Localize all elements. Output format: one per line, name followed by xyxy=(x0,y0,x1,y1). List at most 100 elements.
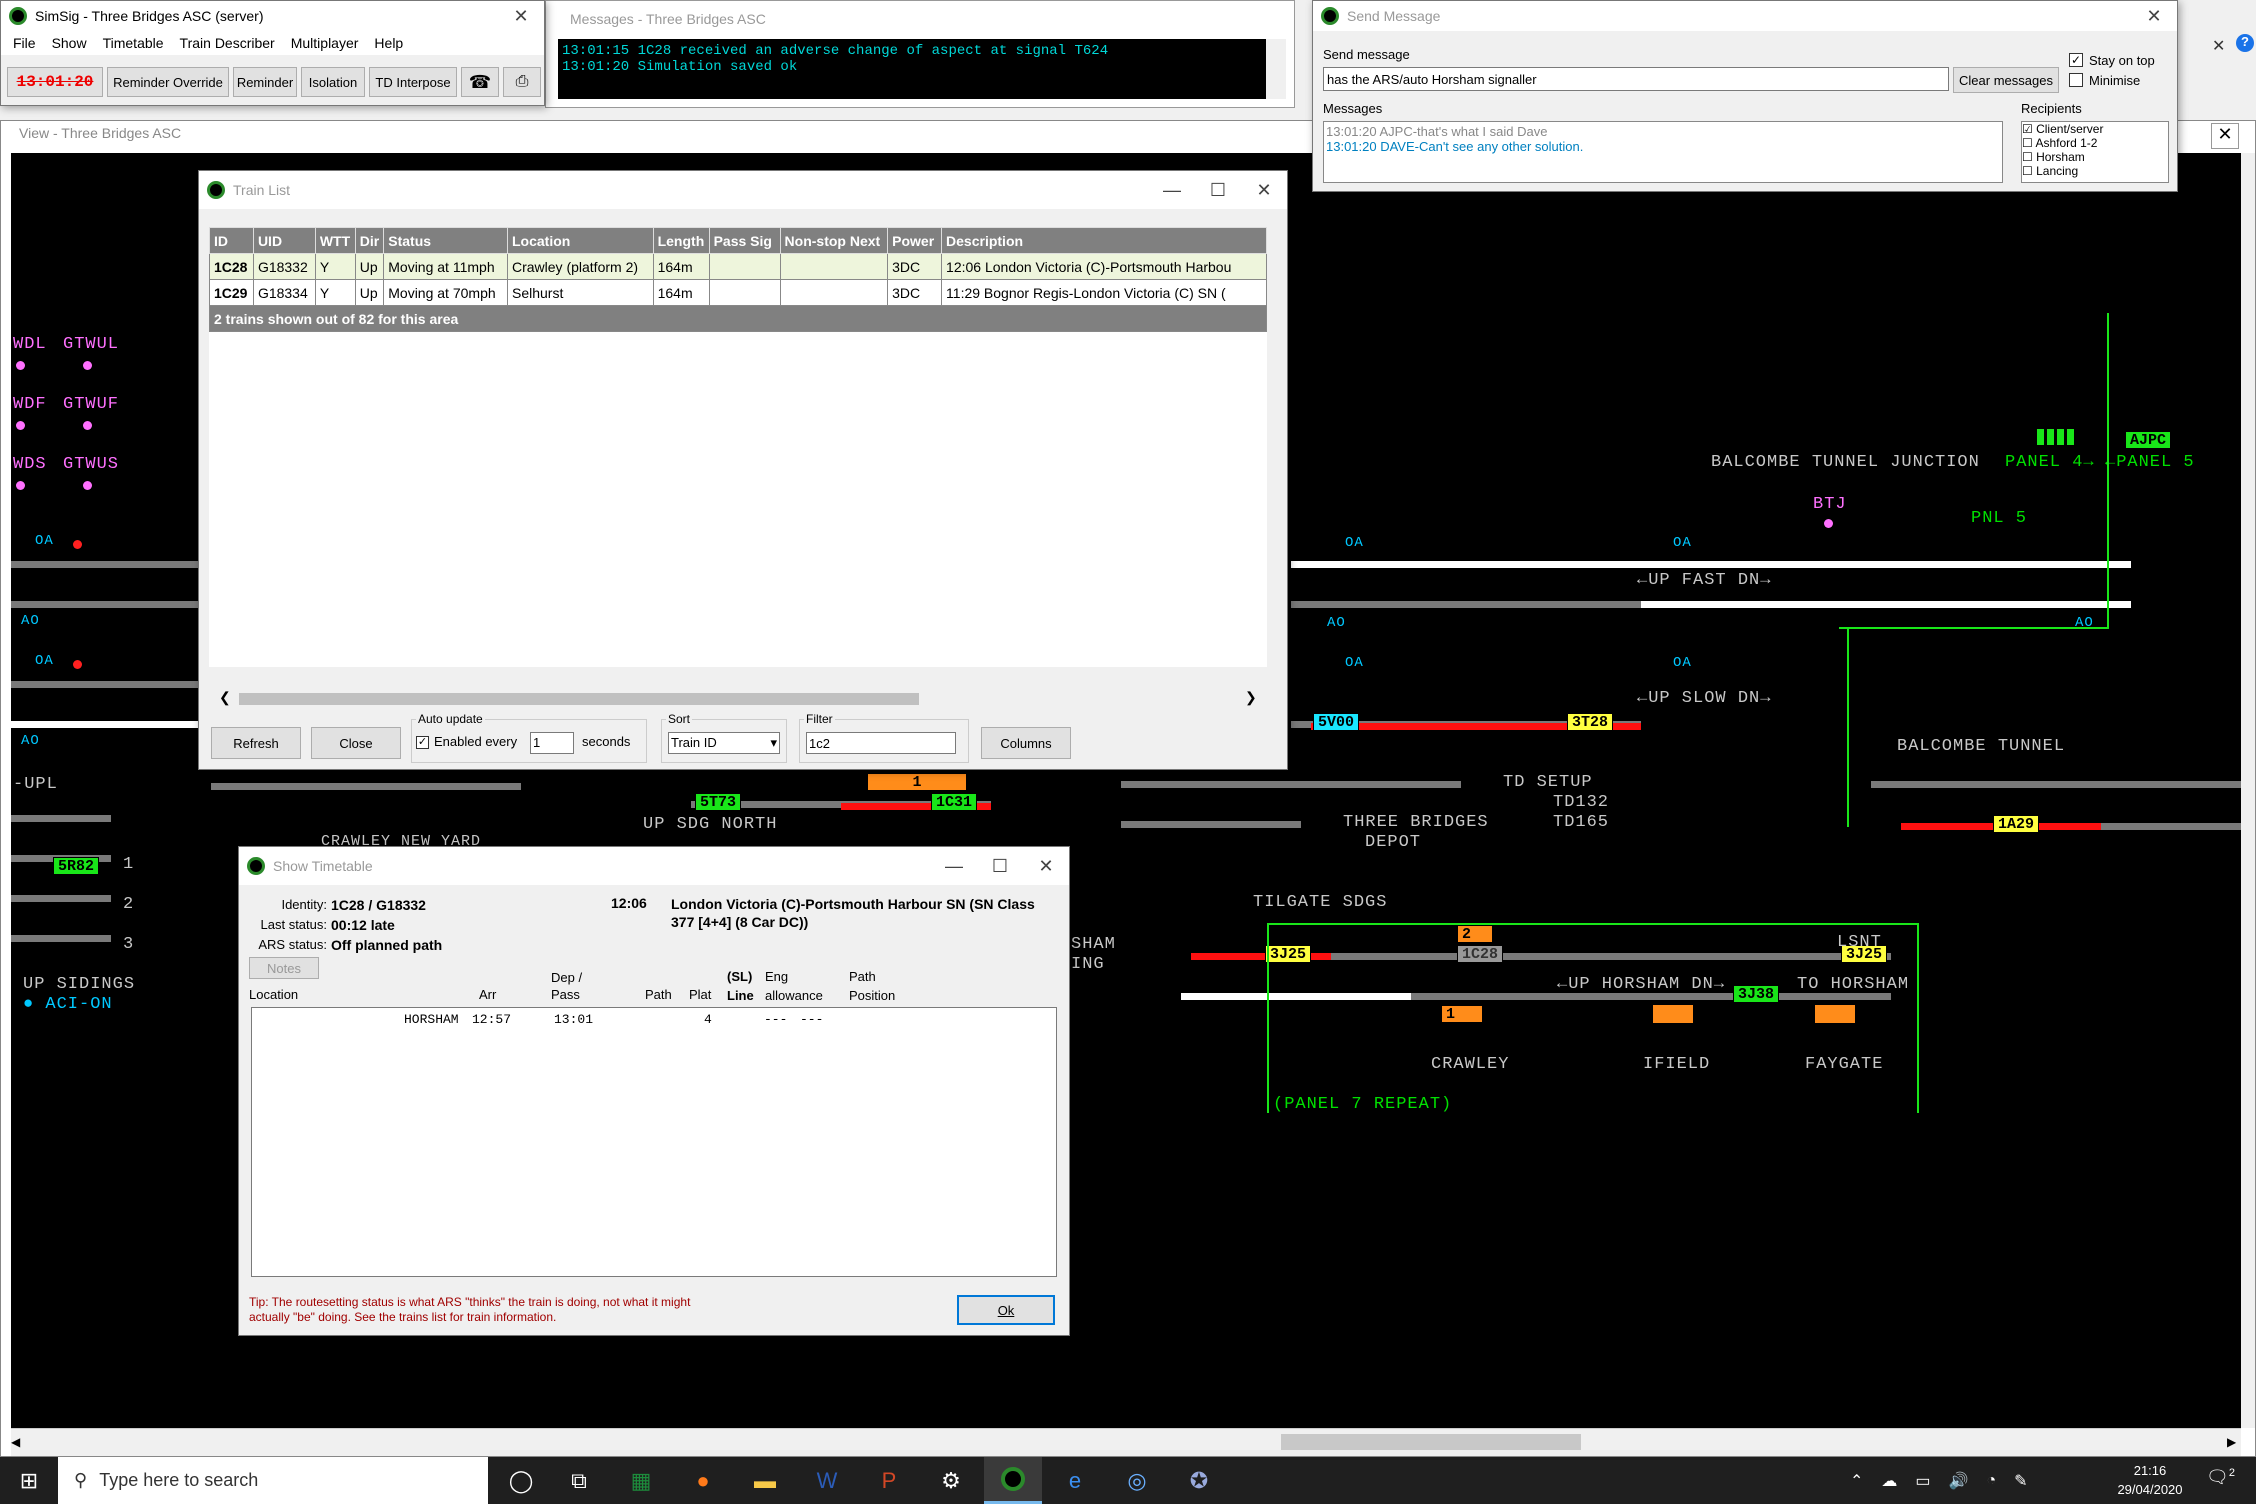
table-row[interactable]: 1C29 G18334 Y Up Moving at 70mph Selhurs… xyxy=(209,279,1267,306)
reminder-override-button[interactable]: Reminder Override xyxy=(107,67,229,97)
word-icon[interactable]: W xyxy=(798,1457,856,1504)
track-section[interactable] xyxy=(1331,953,1891,960)
vertical-scrollbar[interactable] xyxy=(1267,227,1281,667)
train-berth[interactable]: 5T73 xyxy=(695,793,742,811)
column-header[interactable]: Non-stop Next xyxy=(779,227,889,254)
scroll-right-icon[interactable]: ❯ xyxy=(1245,689,1257,706)
track-section[interactable] xyxy=(11,681,201,688)
recipient-item[interactable]: ☑ Client/server xyxy=(2022,122,2168,136)
signal-icon[interactable] xyxy=(73,540,82,549)
menu-timetable[interactable]: Timetable xyxy=(103,35,164,51)
notifications-icon[interactable]: 🗨2 xyxy=(2206,1467,2235,1488)
menu-multiplayer[interactable]: Multiplayer xyxy=(291,35,359,51)
scroll-right-icon[interactable]: ▶ xyxy=(2227,1435,2236,1449)
column-header[interactable]: ID xyxy=(209,227,254,254)
clock[interactable]: 21:16 29/04/2020 xyxy=(2110,1461,2190,1499)
close-icon[interactable]: ✕ xyxy=(2212,36,2230,55)
timetable-row[interactable]: HORSHAM 12:57 13:01 4 --- --- xyxy=(252,1012,1056,1032)
ok-button[interactable]: Ok xyxy=(957,1295,1055,1325)
close-button[interactable]: Close xyxy=(311,727,401,759)
recipient-item[interactable]: ☐ Lancing xyxy=(2022,164,2168,178)
train-berth[interactable]: 1A29 xyxy=(1993,815,2040,833)
train-berth[interactable]: 3J25 xyxy=(1265,945,1312,963)
close-icon[interactable]: ✕ xyxy=(498,6,544,27)
messages-scrollbar[interactable] xyxy=(1266,39,1286,99)
panel-link[interactable]: ←PANEL 5 xyxy=(2105,453,2195,472)
timetable-list[interactable]: HORSHAM 12:57 13:01 4 --- --- xyxy=(251,1007,1057,1277)
close-icon[interactable]: ✕ xyxy=(2131,6,2177,27)
panel-link[interactable]: PANEL 4→ xyxy=(2005,453,2095,472)
scroll-thumb[interactable] xyxy=(239,693,919,705)
clear-messages-button[interactable]: Clear messages xyxy=(1953,67,2059,93)
maximize-icon[interactable]: ☐ xyxy=(977,856,1023,877)
scroll-left-icon[interactable]: ◀ xyxy=(11,1435,20,1449)
search-box[interactable]: ⚲ Type here to search xyxy=(58,1457,488,1504)
train-berth[interactable]: 3T28 xyxy=(1567,713,1614,731)
simsig-taskbar-icon[interactable] xyxy=(984,1457,1042,1504)
clock-button[interactable]: 13:01:20 xyxy=(7,67,103,97)
track-section[interactable] xyxy=(2101,823,2241,830)
printer-icon[interactable]: ⎙ xyxy=(503,67,541,97)
column-header[interactable]: Length xyxy=(652,227,710,254)
train-berth[interactable]: 5V00 xyxy=(1313,713,1360,731)
menu-train-describer[interactable]: Train Describer xyxy=(180,35,275,51)
horizontal-scrollbar[interactable]: ◀ ▶ xyxy=(11,1428,2241,1456)
firefox-icon[interactable]: ● xyxy=(674,1457,732,1504)
track-section[interactable] xyxy=(11,935,111,942)
column-header[interactable]: UID xyxy=(252,227,316,254)
platform-berth[interactable]: 1 xyxy=(867,773,967,791)
recipients-list[interactable]: ☑ Client/server ☐ Ashford 1-2 ☐ Horsham … xyxy=(2021,121,2169,183)
td-interpose-button[interactable]: TD Interpose xyxy=(369,67,457,97)
table-row[interactable]: 1C28 G18332 Y Up Moving at 11mph Crawley… xyxy=(209,253,1267,280)
train-berth[interactable]: 1C28 xyxy=(1457,945,1504,963)
sort-select[interactable]: Train ID ▾ xyxy=(668,732,780,754)
menu-help[interactable]: Help xyxy=(374,35,403,51)
battery-icon[interactable]: ▭ xyxy=(1915,1471,1930,1491)
train-berth[interactable]: 5R82 xyxy=(53,857,100,875)
excel-icon[interactable]: ▦ xyxy=(612,1457,670,1504)
file-explorer-icon[interactable]: ▬ xyxy=(736,1457,794,1504)
powerpoint-icon[interactable]: P xyxy=(860,1457,918,1504)
recipient-item[interactable]: ☐ Ashford 1-2 xyxy=(2022,136,2168,150)
enabled-checkbox[interactable]: ✓ xyxy=(416,736,429,749)
close-icon[interactable]: ✕ xyxy=(1023,856,1069,877)
track-section[interactable] xyxy=(211,783,521,790)
minimise-checkbox[interactable] xyxy=(2069,73,2083,87)
isolation-button[interactable]: Isolation xyxy=(301,67,365,97)
refresh-button[interactable]: Refresh xyxy=(211,727,301,759)
track-route-set[interactable] xyxy=(1181,993,1411,1000)
platform-berth[interactable]: 2 xyxy=(1457,925,1493,943)
vertical-scrollbar[interactable] xyxy=(2241,153,2255,1428)
platform-berth[interactable]: 1 xyxy=(1441,1005,1483,1023)
pen-icon[interactable]: ✎ xyxy=(2014,1471,2027,1491)
track-section[interactable] xyxy=(1871,781,2241,788)
track-section[interactable] xyxy=(1121,821,1301,828)
windows-start-icon[interactable]: ⊞ xyxy=(0,1457,58,1504)
menu-file[interactable]: File xyxy=(13,35,36,51)
column-header[interactable]: Location xyxy=(506,227,654,254)
column-header[interactable]: Power xyxy=(887,227,943,254)
interval-spinner[interactable]: 1 xyxy=(530,732,574,754)
horizontal-scrollbar[interactable]: ❮ ❯ xyxy=(209,689,1267,709)
app-icon[interactable]: ✪ xyxy=(1170,1457,1228,1504)
chevron-up-icon[interactable]: ⌃ xyxy=(1850,1471,1863,1491)
track-section[interactable] xyxy=(11,561,201,568)
maximize-icon[interactable]: ☐ xyxy=(1195,180,1241,201)
track-route-set[interactable] xyxy=(1641,601,2131,608)
cortana-icon[interactable]: ◯ xyxy=(492,1457,550,1504)
track-section[interactable] xyxy=(11,721,201,728)
track-section[interactable] xyxy=(11,815,111,822)
wifi-icon[interactable]: ◔ xyxy=(1986,1472,1996,1490)
stay-on-top-checkbox[interactable]: ✓ xyxy=(2069,53,2083,67)
volume-icon[interactable]: 🔊 xyxy=(1949,1471,1969,1491)
track-section[interactable] xyxy=(1121,781,1461,788)
column-header[interactable]: Status xyxy=(383,227,508,254)
help-icon[interactable]: ? xyxy=(2236,34,2254,52)
filter-input[interactable] xyxy=(806,732,956,754)
track-section[interactable] xyxy=(11,895,111,902)
view-close-icon[interactable]: ✕ xyxy=(2211,123,2239,149)
messages-list[interactable]: 13:01:20 AJPC-that's what I said Dave 13… xyxy=(1323,121,2003,183)
send-message-input[interactable] xyxy=(1323,67,1949,91)
column-header[interactable]: Dir xyxy=(354,227,385,254)
telephone-icon[interactable]: ☎ xyxy=(461,67,499,97)
